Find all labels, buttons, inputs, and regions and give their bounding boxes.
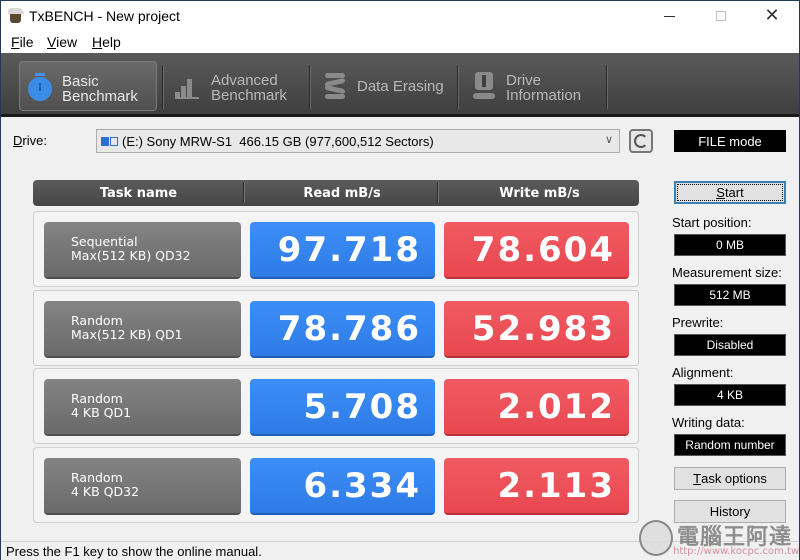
measurement-size-label: Measurement size: — [672, 265, 782, 280]
menu-file[interactable]: File — [11, 34, 34, 50]
header-task-name: Task name — [99, 185, 178, 201]
task-name-line1: Random — [71, 391, 123, 406]
drive-select[interactable]: (E:) Sony MRW-S1 466.15 GB (977,600,512 … — [96, 129, 620, 153]
drive-info-icon — [473, 72, 495, 100]
header-write: Write mB/s — [499, 185, 580, 201]
start-position-label: Start position: — [672, 215, 752, 230]
write-value: 52.983 — [444, 301, 629, 358]
prewrite-label: Prewrite: — [672, 315, 724, 330]
close-icon: ✕ — [764, 5, 780, 26]
tab-drive-line2: Information — [506, 87, 582, 104]
writing-data-value: Random number — [674, 434, 786, 456]
prewrite-value: Disabled — [674, 334, 786, 356]
header-read: Read mB/s — [303, 185, 381, 201]
chevron-down-icon: ∨ — [604, 133, 613, 146]
task-button[interactable]: Random 4 KB QD1 — [44, 379, 241, 436]
toolbar-divider — [606, 65, 608, 109]
title-bar: TxBENCH - New project ✕ — [1, 1, 799, 31]
task-name-line2: Max(512 KB) QD32 — [71, 248, 191, 263]
history-button[interactable]: History — [674, 500, 786, 523]
maximize-icon — [716, 11, 726, 21]
header-divider — [243, 183, 245, 203]
result-row-rand-4k-qd32: Random 4 KB QD32 6.334 2.113 — [33, 447, 639, 523]
refresh-drive-button[interactable] — [629, 129, 653, 153]
tab-data-erasing-label: Data Erasing — [357, 78, 444, 95]
write-value: 2.113 — [444, 458, 629, 515]
task-options-button[interactable]: Task options — [674, 467, 786, 490]
read-value: 97.718 — [250, 222, 435, 279]
task-name-line1: Sequential — [71, 234, 138, 249]
file-mode-indicator: FILE mode — [674, 130, 786, 152]
menu-bar: File View Help — [1, 31, 799, 53]
result-row-seq-qd32: Sequential Max(512 KB) QD32 97.718 78.60… — [33, 211, 639, 287]
tab-basic-line1: Basic — [62, 73, 99, 90]
task-name-line2: Max(512 KB) QD1 — [71, 327, 183, 342]
measurement-size-value: 512 MB — [674, 284, 786, 306]
writing-data-label: Writing data: — [672, 415, 745, 430]
minimize-icon — [663, 15, 675, 17]
task-name-line2: 4 KB QD32 — [71, 484, 140, 499]
alignment-value: 4 KB — [674, 384, 786, 406]
read-value: 5.708 — [250, 379, 435, 436]
task-button[interactable]: Sequential Max(512 KB) QD32 — [44, 222, 241, 279]
read-value: 78.786 — [250, 301, 435, 358]
maximize-button[interactable] — [698, 1, 744, 31]
header-divider — [437, 183, 439, 203]
spring-icon — [325, 73, 345, 99]
txbench-window: TxBENCH - New project ✕ File View Help B… — [0, 0, 800, 560]
result-row-rand-4k-qd1: Random 4 KB QD1 5.708 2.012 — [33, 368, 639, 444]
app-icon — [8, 8, 24, 23]
tab-advanced-line1: Advanced — [211, 72, 278, 89]
task-button[interactable]: Random Max(512 KB) QD1 — [44, 301, 241, 358]
tab-drive-information[interactable]: Drive Information — [463, 61, 603, 111]
drive-icon — [101, 135, 118, 148]
mode-toolbar: Basic Benchmark Advanced Benchmark Data … — [1, 53, 799, 117]
drive-label: Drive: — [13, 133, 47, 148]
tab-drive-line1: Drive — [506, 72, 542, 89]
start-position-value: 0 MB — [674, 234, 786, 256]
result-row-rand-512-qd1: Random Max(512 KB) QD1 78.786 52.983 — [33, 290, 639, 366]
drive-selected-value: (E:) Sony MRW-S1 466.15 GB (977,600,512 … — [122, 134, 434, 149]
toolbar-divider — [162, 65, 164, 109]
menu-help[interactable]: Help — [92, 34, 121, 50]
write-value: 2.012 — [444, 379, 629, 436]
status-text: Press the F1 key to show the online manu… — [6, 544, 262, 559]
minimize-button[interactable] — [646, 1, 692, 31]
toolbar-divider — [309, 65, 311, 109]
status-bar: Press the F1 key to show the online manu… — [1, 541, 799, 560]
tab-basic-line2: Benchmark — [62, 88, 138, 105]
menu-view[interactable]: View — [47, 34, 77, 50]
task-name-line2: 4 KB QD1 — [71, 405, 132, 420]
window-title: TxBENCH - New project — [29, 8, 180, 24]
stopwatch-icon — [28, 73, 52, 101]
write-value: 78.604 — [444, 222, 629, 279]
refresh-icon — [634, 134, 648, 148]
alignment-label: Alignment: — [672, 365, 734, 380]
read-value: 6.334 — [250, 458, 435, 515]
task-name-line1: Random — [71, 313, 123, 328]
bar-chart-icon — [175, 77, 199, 99]
tab-advanced-line2: Benchmark — [211, 87, 287, 104]
tab-advanced-benchmark[interactable]: Advanced Benchmark — [167, 61, 307, 111]
tab-data-erasing[interactable]: Data Erasing — [315, 61, 455, 111]
task-button[interactable]: Random 4 KB QD32 — [44, 458, 241, 515]
results-table-header: Task name Read mB/s Write mB/s — [33, 180, 639, 206]
start-button[interactable]: Start — [674, 181, 786, 204]
tab-basic-benchmark[interactable]: Basic Benchmark — [19, 61, 157, 111]
toolbar-divider — [457, 65, 459, 109]
task-name-line1: Random — [71, 470, 123, 485]
close-button[interactable]: ✕ — [749, 1, 795, 31]
